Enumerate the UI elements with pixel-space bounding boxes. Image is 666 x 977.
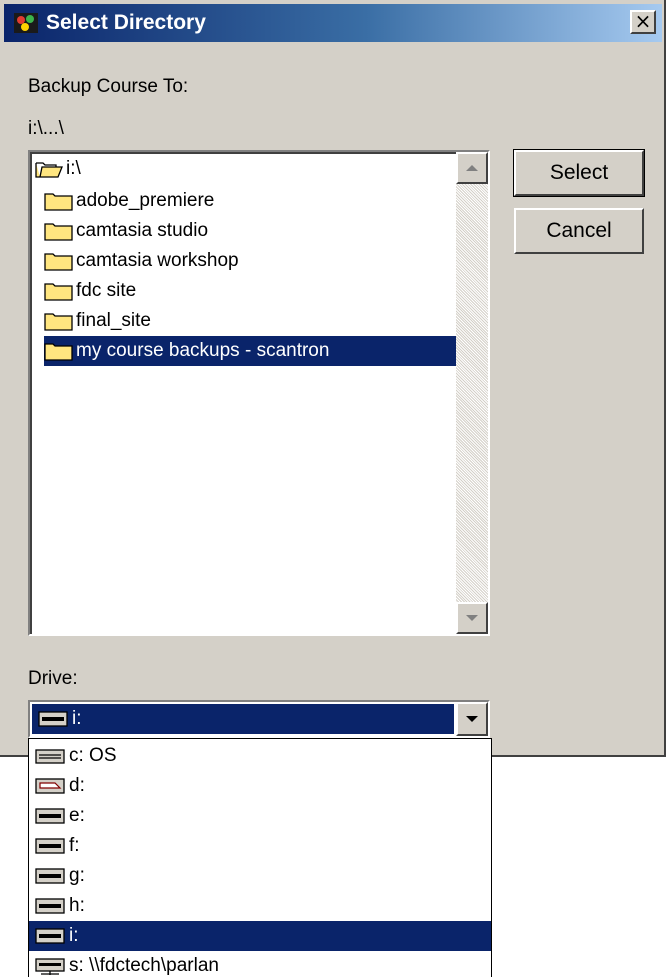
backup-course-label: Backup Course To:	[28, 76, 189, 97]
current-path-label: i:\...\	[28, 118, 64, 139]
folder-icon	[44, 281, 74, 301]
network-drive-icon	[35, 958, 65, 975]
drive-option-label: f:	[69, 835, 80, 856]
dropdown-button[interactable]	[456, 702, 488, 736]
window-title: Select Directory	[46, 11, 206, 34]
removable-drive-icon	[35, 838, 65, 854]
tree-item-label: camtasia studio	[76, 220, 209, 241]
scroll-up-button[interactable]	[456, 152, 488, 184]
tree-item-label: i:\	[66, 158, 81, 179]
drive-option-f[interactable]: f:	[29, 831, 491, 861]
removable-drive-icon	[35, 898, 65, 914]
cancel-button[interactable]: Cancel	[514, 208, 644, 254]
removable-drive-icon	[35, 868, 65, 884]
close-button[interactable]: ×	[630, 10, 656, 34]
title-bar[interactable]: Select Directory ×	[4, 4, 662, 42]
folder-icon	[44, 341, 74, 361]
drive-label: Drive:	[28, 668, 78, 689]
drive-dropdown-list[interactable]: c: OS d: e: f: g: h: i: s: \\fdctech\par…	[28, 738, 492, 977]
folder-icon	[44, 311, 74, 331]
drive-option-e[interactable]: e:	[29, 801, 491, 831]
chevron-down-icon	[466, 716, 478, 722]
scroll-down-button[interactable]	[456, 602, 488, 634]
removable-drive-icon	[38, 711, 68, 727]
removable-drive-icon	[35, 808, 65, 824]
tree-item-label: my course backups - scantron	[76, 340, 330, 361]
tree-item-label: final_site	[76, 310, 151, 331]
tree-item-my-course-backups[interactable]: my course backups - scantron	[44, 336, 458, 366]
drive-selected-label: i:	[72, 708, 82, 729]
drive-option-c[interactable]: c: OS	[29, 741, 491, 771]
select-directory-dialog: Select Directory × Backup Course To: i:\…	[0, 0, 666, 757]
drive-option-d[interactable]: d:	[29, 771, 491, 801]
drive-option-h[interactable]: h:	[29, 891, 491, 921]
cd-drive-icon	[35, 778, 65, 794]
drive-option-label: h:	[69, 895, 85, 916]
hard-drive-icon	[35, 749, 65, 764]
app-icon	[12, 9, 40, 37]
drive-option-label: d:	[69, 775, 85, 796]
drive-select-value: i:	[32, 704, 454, 734]
drive-option-s[interactable]: s: \\fdctech\parlan	[29, 951, 491, 977]
tree-item-fdc-site[interactable]: fdc site	[44, 276, 136, 306]
select-button[interactable]: Select	[513, 149, 645, 197]
tree-scrollbar[interactable]	[456, 152, 488, 634]
arrow-up-icon	[466, 165, 478, 171]
directory-tree[interactable]: i:\ adobe_premiere camtasia studio camta…	[28, 150, 490, 636]
tree-item-label: fdc site	[76, 280, 137, 301]
tree-item-root[interactable]: i:\	[34, 154, 81, 184]
drive-select[interactable]: i:	[28, 700, 490, 738]
drive-option-label: e:	[69, 805, 85, 826]
drive-option-i[interactable]: i:	[29, 921, 491, 951]
drive-option-label: s: \\fdctech\parlan	[69, 955, 219, 976]
tree-item-camtasia-workshop[interactable]: camtasia workshop	[44, 246, 239, 276]
tree-item-camtasia-studio[interactable]: camtasia studio	[44, 216, 208, 246]
arrow-down-icon	[466, 615, 478, 621]
open-folder-icon	[34, 159, 64, 179]
drive-option-label: i:	[69, 925, 79, 946]
tree-item-final-site[interactable]: final_site	[44, 306, 151, 336]
folder-icon	[44, 191, 74, 211]
tree-item-label: camtasia workshop	[76, 250, 239, 271]
removable-drive-icon	[35, 928, 65, 944]
drive-option-g[interactable]: g:	[29, 861, 491, 891]
tree-item-label: adobe_premiere	[76, 190, 215, 211]
drive-option-label: g:	[69, 865, 85, 886]
folder-icon	[44, 221, 74, 241]
folder-icon	[44, 251, 74, 271]
tree-item-adobe-premiere[interactable]: adobe_premiere	[44, 186, 214, 216]
drive-option-label: c: OS	[69, 745, 117, 766]
